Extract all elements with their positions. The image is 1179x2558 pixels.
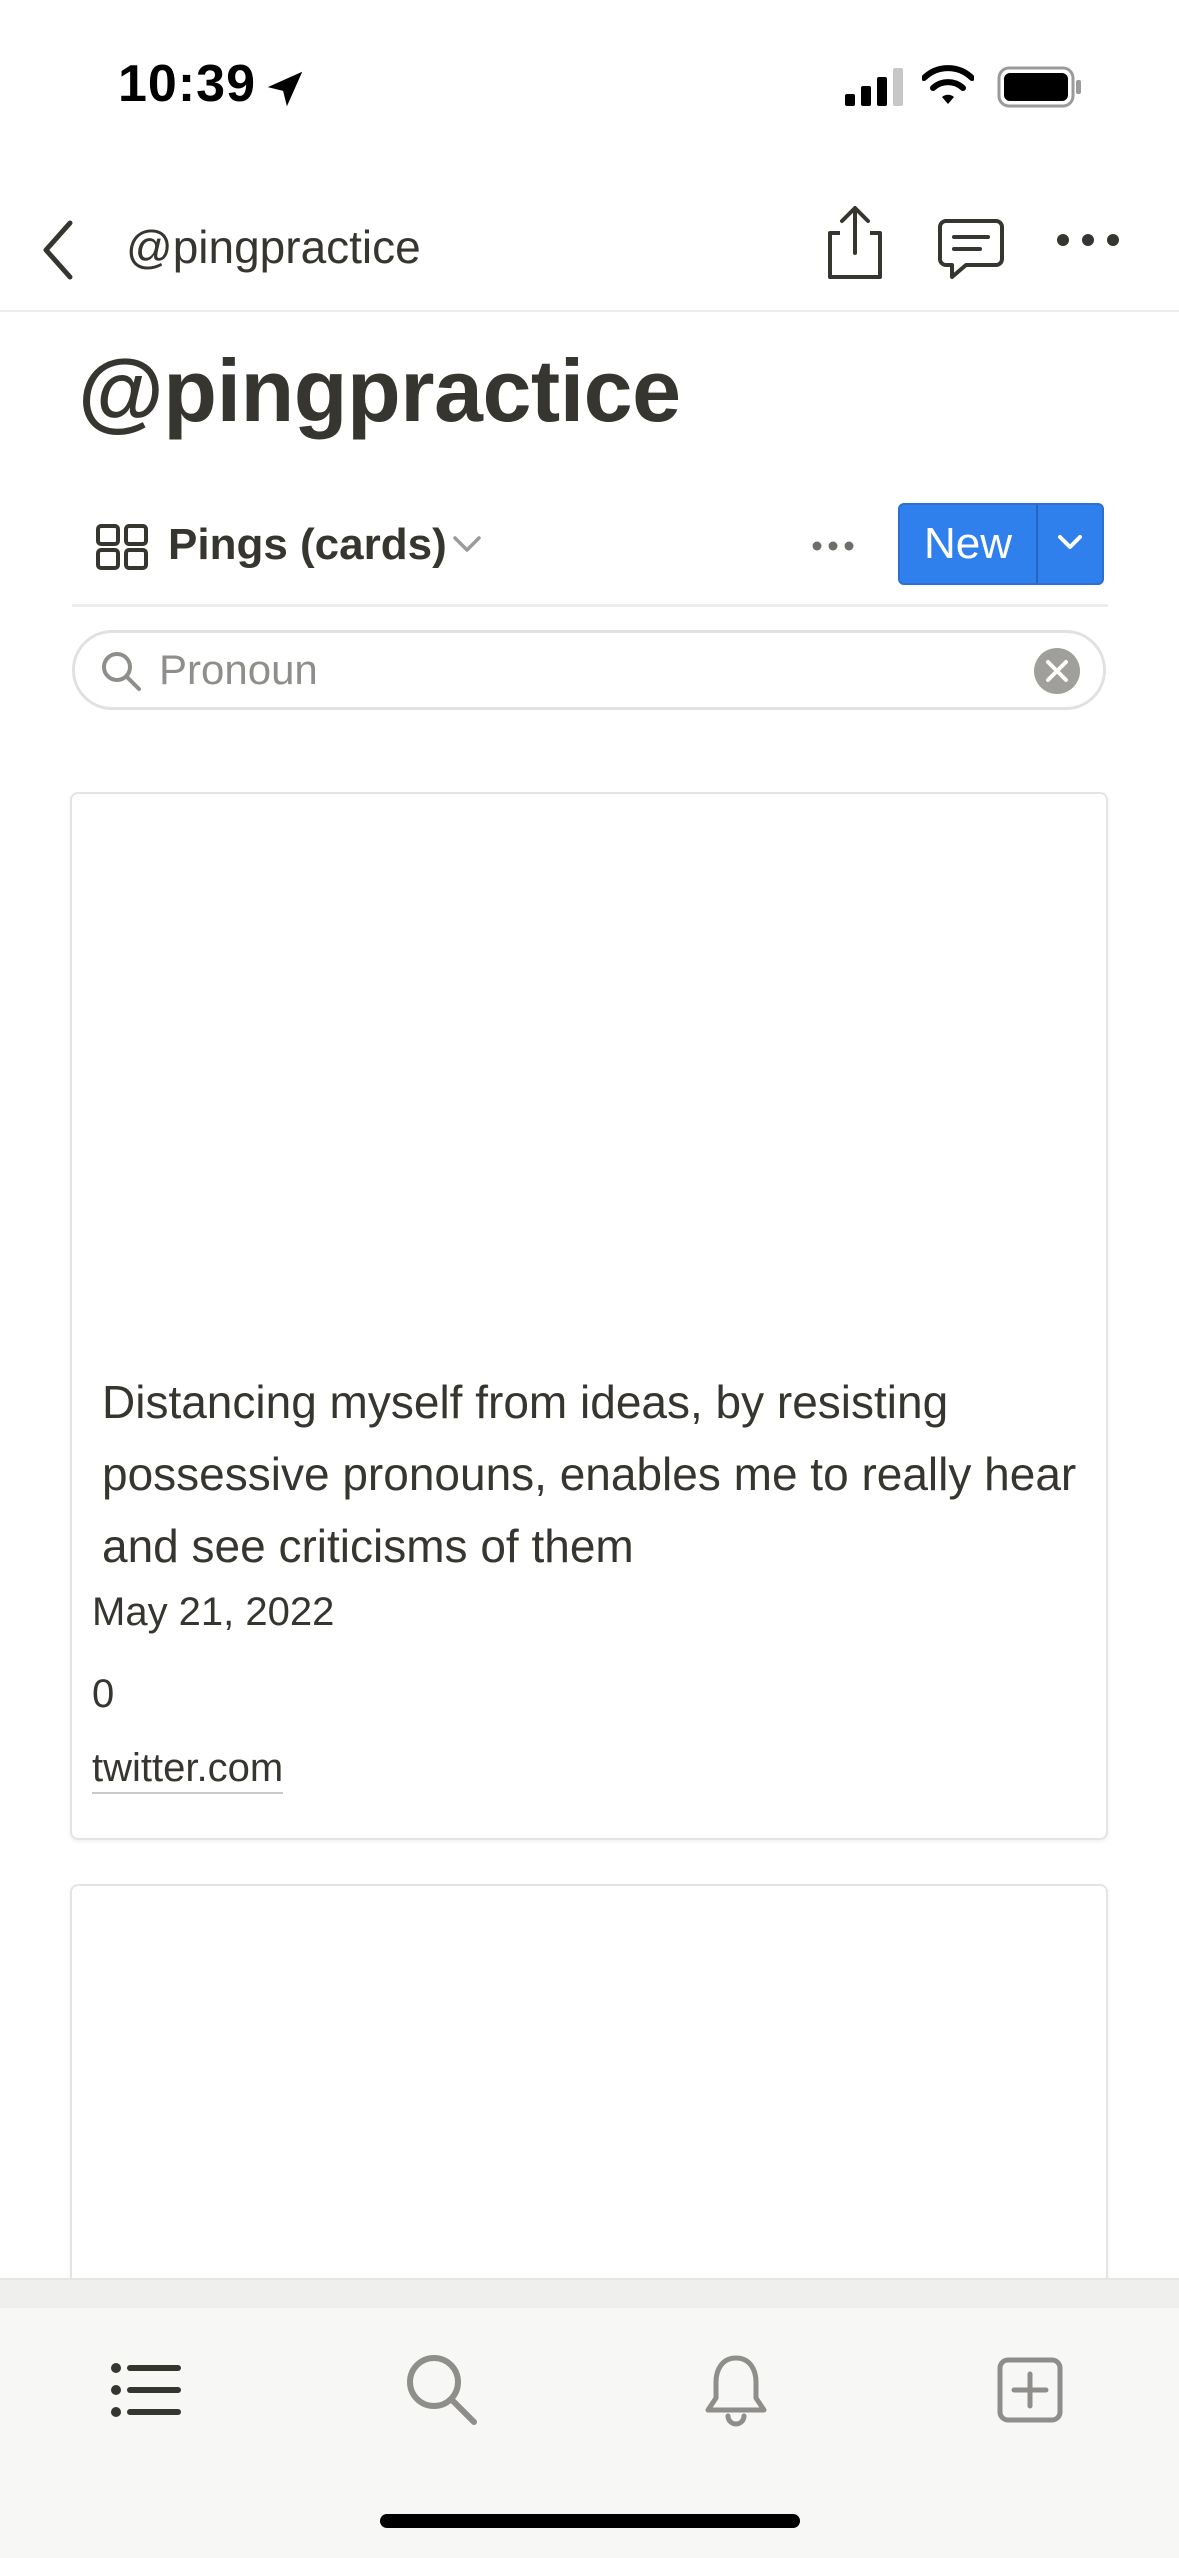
- comment-icon[interactable]: [936, 215, 1006, 285]
- location-arrow-icon: [267, 71, 303, 107]
- card-count: 0: [92, 1672, 115, 1716]
- ping-card[interactable]: [70, 1884, 1108, 2284]
- nav-title: @pingpractice: [126, 221, 421, 273]
- search-input[interactable]: [159, 643, 979, 697]
- card-title: Distancing myself from ideas, by resisti…: [102, 1376, 1077, 1572]
- page-title: @pingpractice: [78, 341, 681, 440]
- new-button-divider: [1036, 505, 1038, 583]
- status-time: 10:39: [118, 55, 256, 113]
- more-horizontal-icon[interactable]: [1055, 230, 1121, 250]
- tab-bar-divider: [0, 2280, 1179, 2308]
- search-bar[interactable]: [72, 630, 1106, 710]
- new-button-label[interactable]: New: [900, 505, 1036, 583]
- battery-icon: [997, 66, 1081, 108]
- view-switcher-label[interactable]: Pings (cards): [168, 520, 447, 570]
- card-date: May 21, 2022: [92, 1590, 335, 1634]
- new-button[interactable]: New: [898, 503, 1104, 585]
- add-page-icon[interactable]: [990, 2350, 1070, 2430]
- home-indicator[interactable]: [380, 2514, 800, 2528]
- back-chevron-icon[interactable]: [38, 215, 78, 285]
- view-bar: Pings (cards) New: [72, 500, 1108, 607]
- status-bar: 10:39: [0, 0, 1179, 160]
- nav-bar: @pingpractice: [0, 195, 1179, 312]
- share-icon[interactable]: [822, 203, 888, 283]
- chevron-down-icon[interactable]: [452, 534, 482, 554]
- search-icon: [102, 652, 141, 691]
- list-icon[interactable]: [106, 2350, 186, 2430]
- new-dropdown-chevron-icon[interactable]: [1050, 529, 1090, 559]
- wifi-icon: [922, 65, 974, 104]
- ping-card[interactable]: Distancing myself from ideas, by resisti…: [70, 792, 1108, 1840]
- search-icon[interactable]: [402, 2350, 482, 2430]
- card-link[interactable]: twitter.com: [92, 1744, 284, 1794]
- view-options-icon[interactable]: [812, 540, 854, 552]
- cellular-signal-icon: [845, 68, 903, 106]
- clear-search-icon[interactable]: [1033, 647, 1081, 695]
- gallery-view-icon[interactable]: [96, 524, 148, 570]
- bell-icon[interactable]: [696, 2350, 776, 2430]
